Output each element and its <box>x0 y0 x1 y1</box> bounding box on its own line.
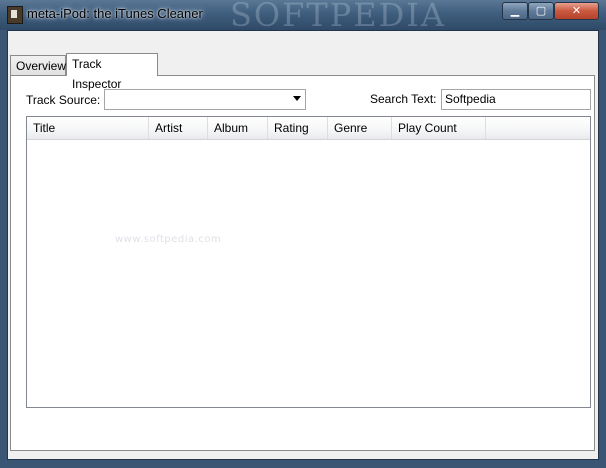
column-header-rating[interactable]: Rating <box>268 117 328 139</box>
window-title: meta-iPod: the iTunes Cleaner <box>27 6 203 21</box>
minimize-button[interactable]: ▁ <box>502 2 528 20</box>
track-source-label: Track Source: <box>26 93 101 107</box>
app-window: meta-iPod: the iTunes Cleaner SOFTPEDIA … <box>0 0 606 468</box>
track-list[interactable]: Title Artist Album Rating Genre Play Cou… <box>26 116 591 408</box>
column-header-genre[interactable]: Genre <box>328 117 392 139</box>
search-input[interactable]: Softpedia <box>441 89 591 110</box>
list-header: Title Artist Album Rating Genre Play Cou… <box>27 117 590 140</box>
chevron-down-icon[interactable] <box>293 96 301 101</box>
maximize-button[interactable]: ▢ <box>528 2 554 20</box>
close-button[interactable]: ✕ <box>554 2 599 20</box>
track-inspector-panel: Track Source: Search Text: Softpedia Tit… <box>10 75 595 451</box>
client-area: Overview Track Inspector Track Source: S… <box>7 30 599 460</box>
column-header-play-count[interactable]: Play Count <box>392 117 486 139</box>
column-header-album[interactable]: Album <box>208 117 268 139</box>
title-bar[interactable]: meta-iPod: the iTunes Cleaner SOFTPEDIA … <box>0 0 606 34</box>
watermark-text: SOFTPEDIA <box>230 0 446 34</box>
ipod-app-icon[interactable] <box>7 6 23 24</box>
track-source-dropdown[interactable] <box>104 89 306 110</box>
search-text-label: Search Text: <box>370 92 437 106</box>
list-watermark: www.softpedia.com <box>115 234 222 245</box>
column-header-title[interactable]: Title <box>27 117 149 139</box>
tab-track-inspector[interactable]: Track Inspector <box>66 53 158 91</box>
column-header-artist[interactable]: Artist <box>149 117 208 139</box>
tab-overview[interactable]: Overview <box>10 55 66 75</box>
